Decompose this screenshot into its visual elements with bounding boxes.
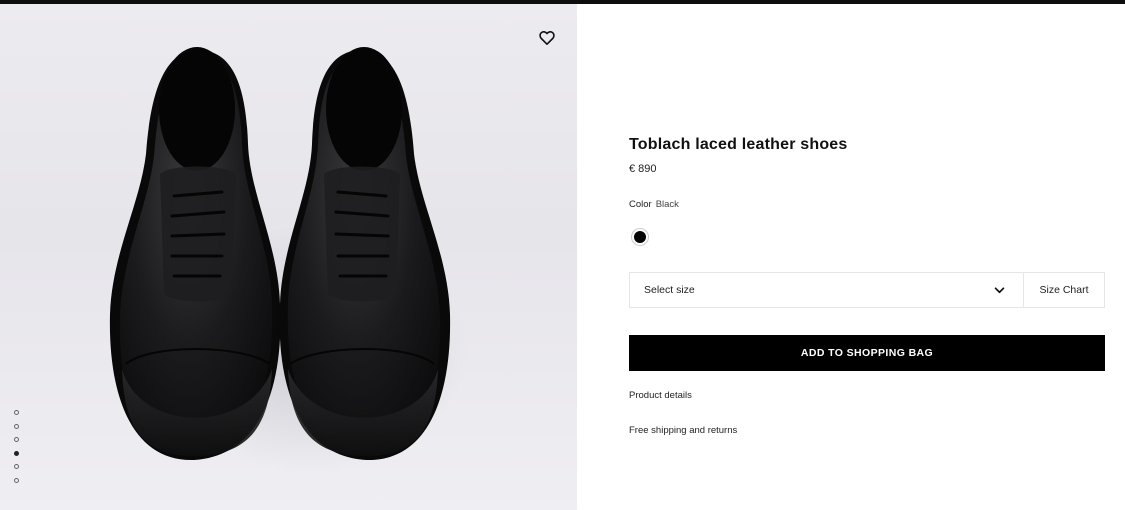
- product-info: Toblach laced leather shoes € 890 Color B…: [629, 0, 1105, 510]
- gallery-dot[interactable]: [14, 477, 19, 483]
- chevron-down-icon: [994, 286, 1005, 293]
- gallery-dot[interactable]: [14, 464, 19, 470]
- left-shoe: [109, 47, 281, 461]
- size-select[interactable]: Select size: [630, 273, 1023, 307]
- product-price: € 890: [629, 163, 657, 175]
- product-gallery[interactable]: [0, 4, 577, 510]
- shipping-returns-link[interactable]: Free shipping and returns: [629, 425, 737, 436]
- color-swatch-black[interactable]: [631, 228, 649, 246]
- product-details-link[interactable]: Product details: [629, 390, 692, 401]
- product-title: Toblach laced leather shoes: [629, 136, 848, 153]
- product-image: [109, 47, 451, 461]
- color-label: Color: [629, 199, 652, 210]
- right-shoe: [279, 47, 451, 461]
- color-row: Color Black: [629, 199, 679, 210]
- gallery-pagination: [14, 410, 24, 492]
- size-selector-row: Select size Size Chart: [629, 272, 1105, 308]
- size-select-placeholder: Select size: [644, 284, 695, 296]
- heart-icon: [539, 30, 555, 45]
- size-chart-link[interactable]: Size Chart: [1024, 273, 1104, 307]
- gallery-dot[interactable]: [14, 423, 19, 429]
- gallery-dot-active[interactable]: [14, 450, 19, 456]
- color-value: Black: [655, 199, 679, 210]
- gallery-dot[interactable]: [14, 410, 19, 415]
- wishlist-button[interactable]: [536, 26, 558, 48]
- gallery-dot[interactable]: [14, 437, 19, 443]
- add-to-bag-button[interactable]: ADD TO SHOPPING BAG: [629, 335, 1105, 371]
